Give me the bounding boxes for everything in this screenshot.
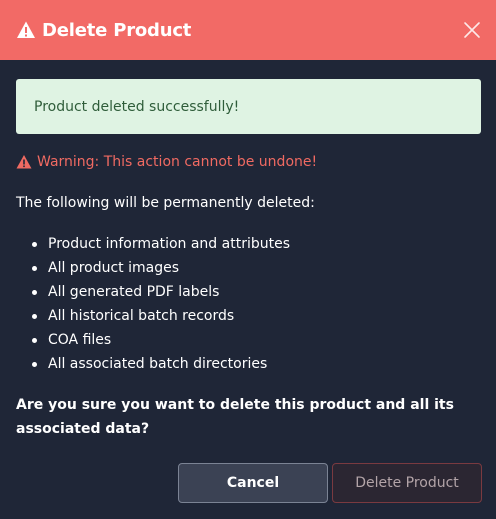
list-item: All generated PDF labels (16, 280, 290, 304)
bullet-icon (32, 313, 37, 319)
list-item: All product images (16, 256, 290, 280)
list-item-text: All generated PDF labels (48, 284, 220, 300)
warning-triangle-icon (17, 21, 35, 38)
bullet-icon (32, 361, 37, 367)
bullet-icon (32, 289, 37, 295)
confirmation-question: Are you sure you want to delete this pro… (16, 397, 454, 437)
modal-title: Delete Product (42, 19, 192, 41)
list-item: All historical batch records (16, 304, 290, 328)
success-alert-text: Product deleted successfully! (34, 98, 240, 115)
list-item: Product information and attributes (16, 232, 290, 256)
deleted-items-list: Product information and attributes All p… (16, 232, 290, 376)
close-icon[interactable] (460, 18, 484, 42)
warning-text: Warning: This action cannot be undone! (37, 154, 318, 170)
list-item-text: Product information and attributes (48, 236, 291, 252)
list-item-text: All product images (48, 260, 180, 276)
warning-triangle-icon (16, 155, 32, 169)
list-item-text: COA files (48, 332, 112, 348)
intro-text: The following will be permanently delete… (16, 195, 315, 211)
bullet-icon (32, 241, 37, 247)
delete-product-modal: Delete Product Product deleted successfu… (0, 0, 496, 519)
success-alert: Product deleted successfully! (16, 79, 481, 134)
modal-header: Delete Product (0, 0, 496, 60)
warning-message: Warning: This action cannot be undone! (16, 154, 317, 170)
list-item: All associated batch directories (16, 352, 290, 376)
list-item-text: All associated batch directories (48, 356, 268, 372)
cancel-button[interactable]: Cancel (178, 463, 328, 503)
list-item-text: All historical batch records (48, 308, 235, 324)
bullet-icon (32, 337, 37, 343)
delete-product-button[interactable]: Delete Product (332, 463, 482, 503)
list-item: COA files (16, 328, 290, 352)
bullet-icon (32, 265, 37, 271)
